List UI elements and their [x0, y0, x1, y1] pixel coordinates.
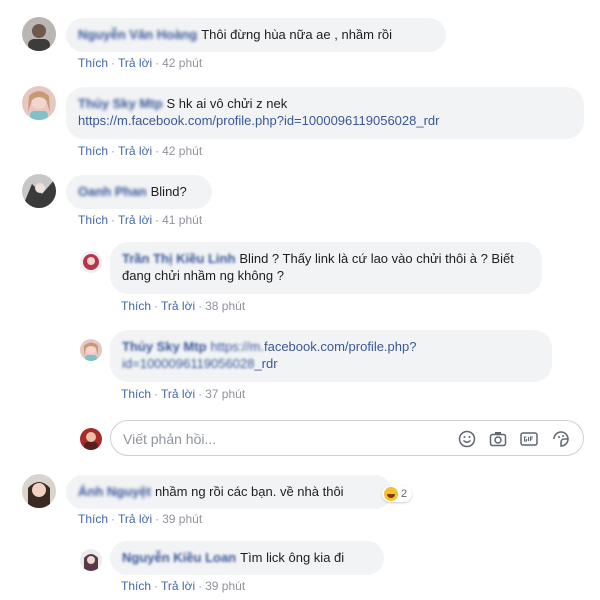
like-button[interactable]: Thích [121, 299, 151, 313]
avatar [80, 428, 102, 450]
like-button[interactable]: Thích [78, 213, 108, 227]
comment-actions: Thích · Trả lời · 42 phút [78, 56, 203, 70]
reaction-count: 2 [401, 488, 408, 500]
avatar[interactable] [22, 474, 56, 508]
reply-button[interactable]: Trả lời [161, 299, 195, 313]
reply-composer [110, 420, 584, 456]
comment-actions: Thích · Trả lời · 41 phút [78, 213, 203, 227]
profile-link[interactable]: facebook.com/profile.php? [264, 339, 416, 354]
reaction-summary[interactable]: 2 [382, 486, 413, 502]
like-button[interactable]: Thích [78, 144, 108, 158]
profile-link-part[interactable]: _rdr [254, 356, 277, 371]
comment-bubble: Ánh Nguyệt nhầm ng rồi các bạn. về nhà th… [66, 475, 392, 509]
like-button[interactable]: Thích [121, 579, 151, 593]
reply-button[interactable]: Trả lời [161, 387, 195, 401]
avatar[interactable] [22, 86, 56, 120]
reply-button[interactable]: Trả lời [118, 144, 152, 158]
reply-input[interactable] [121, 428, 445, 450]
sticker-icon[interactable] [551, 429, 571, 449]
comment-text: S hk ai vô chửi z nek [166, 96, 288, 111]
profile-link-part[interactable]: id=1000096119056028 [122, 356, 254, 371]
comment-author[interactable]: Thủy Sky Mtp [78, 96, 163, 111]
like-button[interactable]: Thích [78, 56, 108, 70]
avatar[interactable] [80, 251, 102, 273]
reply-button[interactable]: Trả lời [118, 213, 152, 227]
comment-time[interactable]: 39 phút [162, 512, 202, 526]
comment-time[interactable]: 42 phút [162, 56, 202, 70]
comment-time[interactable]: 42 phút [162, 144, 202, 158]
reply-bubble: Nguyễn Kiều Loan Tìm lick ông kia đi [110, 541, 384, 575]
avatar[interactable] [22, 174, 56, 208]
profile-link[interactable]: https://m.facebook.com/profile.php?id=10… [78, 113, 440, 128]
emoji-icon[interactable] [457, 429, 477, 449]
reply-time[interactable]: 39 phút [205, 579, 245, 593]
comment-actions: Thích · Trả lời · 42 phút [78, 144, 203, 158]
like-button[interactable]: Thích [121, 387, 151, 401]
reply-time[interactable]: 38 phút [205, 299, 245, 313]
comment-actions: Thích · Trả lời · 39 phút [78, 512, 203, 526]
avatar[interactable] [80, 549, 102, 571]
reply-text: Tìm lick ông kia đi [240, 550, 345, 565]
reply-button[interactable]: Trả lời [161, 579, 195, 593]
reply-author[interactable]: Nguyễn Kiều Loan [122, 550, 236, 565]
comment-author[interactable]: Ánh Nguyệt [78, 484, 151, 499]
gif-icon[interactable] [519, 429, 539, 449]
reply-bubble: Thủy Sky Mtp https://m.facebook.com/profi… [110, 330, 552, 382]
reply-bubble: Trần Thị Kiều Linh Blind ? Thấy link là c… [110, 242, 542, 294]
comment-text: Thôi đừng hùa nữa ae , nhầm rồi [201, 27, 393, 42]
comment-text: Blind? [150, 184, 187, 199]
haha-reaction-icon [384, 487, 398, 501]
comment-author[interactable]: Nguyễn Văn Hoàng [78, 27, 197, 42]
avatar[interactable] [80, 339, 102, 361]
reply-author[interactable]: Trần Thị Kiều Linh [122, 251, 235, 266]
comment-bubble: Thủy Sky Mtp S hk ai vô chửi z nek https:… [66, 87, 584, 139]
comment-bubble: Nguyễn Văn Hoàng Thôi đừng hùa nữa ae , n… [66, 18, 446, 52]
reply-actions: Thích · Trả lời · 39 phút [121, 579, 246, 593]
reply-button[interactable]: Trả lời [118, 512, 152, 526]
comment-bubble: Oanh Phan Blind? [66, 175, 212, 209]
comment-text: nhầm ng rồi các bạn. về nhà thôi [154, 484, 344, 499]
comment-time[interactable]: 41 phút [162, 213, 202, 227]
profile-link-part[interactable]: https://m. [211, 339, 264, 354]
reply-actions: Thích · Trả lời · 37 phút [121, 387, 246, 401]
reply-author[interactable]: Thủy Sky Mtp [122, 339, 207, 354]
comment-author[interactable]: Oanh Phan [78, 184, 147, 199]
reply-actions: Thích · Trả lời · 38 phút [121, 299, 246, 313]
like-button[interactable]: Thích [78, 512, 108, 526]
reply-button[interactable]: Trả lời [118, 56, 152, 70]
avatar[interactable] [22, 17, 56, 51]
reply-time[interactable]: 37 phút [205, 387, 245, 401]
camera-icon[interactable] [488, 429, 508, 449]
